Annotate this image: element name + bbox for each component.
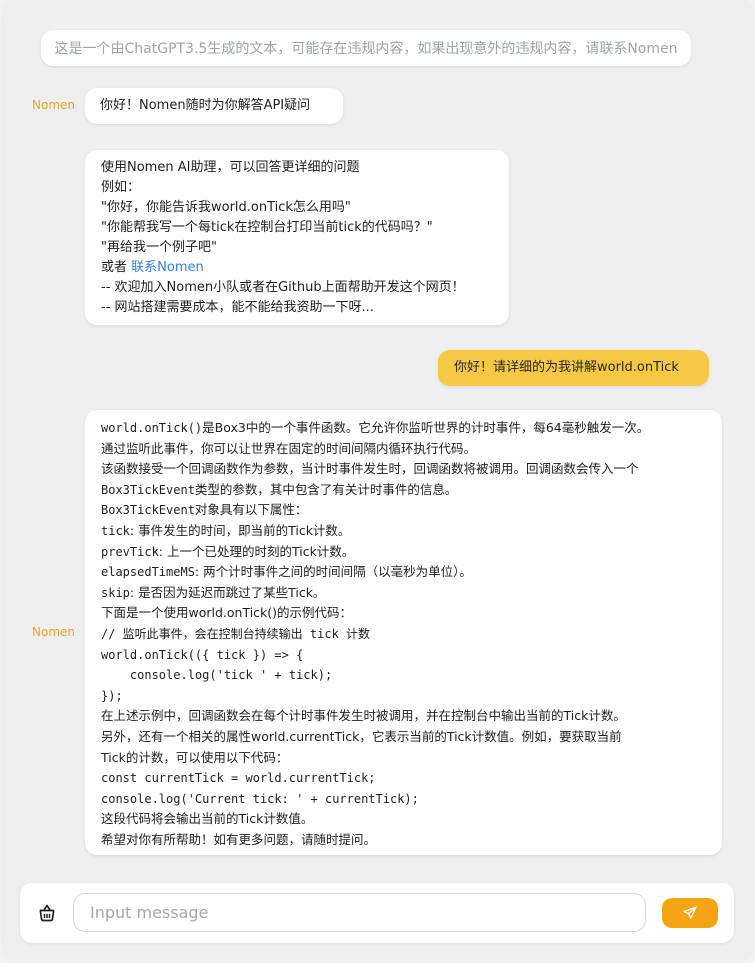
answer-inline-code: skip (101, 585, 130, 600)
answer-inline-code: world.onTick() (101, 421, 203, 435)
answer-code-line: // 监听此事件，会在控制台持续输出 tick 计数 (101, 626, 371, 641)
answer-line-text: 另外，还有一个相关的属性world.currentTick，它表示当前的Tick… (101, 728, 622, 744)
answer-text-line: 另外，还有一个相关的属性world.currentTick，它表示当前的Tick… (101, 727, 706, 748)
answer-line-text: 下面是一个使用world.onTick()的示例代码： (101, 605, 353, 621)
answer-line-text: Tick的计数，可以使用以下代码： (101, 749, 289, 765)
help-line-2: 例如： (101, 180, 141, 195)
answer-line-text: 对象具有以下属性： (194, 502, 308, 518)
warning-notice: 这是一个由ChatGPT3.5生成的文本，可能存在违规内容，如果出现意外的违规内… (41, 30, 691, 66)
chat-page: 这是一个由ChatGPT3.5生成的文本，可能存在违规内容，如果出现意外的违规内… (0, 0, 755, 963)
help-footer-line-2: -- 网站搭建需要成本，能不能给我资助一下呀... (101, 300, 374, 315)
help-line-4: "你能帮我写一个每tick在控制台打印当前tick的代码吗？" (101, 220, 433, 235)
answer-code-line: console.log('Current tick: ' + currentTi… (101, 791, 419, 806)
answer-line-text: : 是否因为延迟而跳过了某些Tick。 (129, 584, 326, 600)
clear-chat-button[interactable] (35, 901, 59, 925)
paper-plane-icon (683, 906, 697, 919)
answer-inline-code: prevTick (101, 544, 159, 559)
user-question-text: 你好！请详细的为我讲解world.onTick (454, 360, 679, 375)
answer-text-line: elapsedTimeMS: 两个计时事件之间的时间间隔（以毫秒为单位）。 (101, 562, 706, 583)
basket-icon (39, 904, 55, 922)
user-question-bubble: 你好！请详细的为我讲解world.onTick (438, 350, 709, 386)
answer-line-text: 通过监听此事件，你可以让世界在固定的时间间隔内循环执行代码。 (101, 440, 477, 456)
assistant-answer-bubble: world.onTick()是Box3中的一个事件函数。它允许你监听世界的计时事… (85, 410, 722, 855)
answer-line-text: 这段代码将会输出当前的Tick计数值。 (101, 811, 314, 827)
answer-text-line: 通过监听此事件，你可以让世界在固定的时间间隔内循环执行代码。 (101, 439, 706, 460)
help-footer-line-1: -- 欢迎加入Nomen小队或者在Github上面帮助开发这个网页！ (101, 280, 465, 295)
send-button[interactable] (662, 898, 718, 928)
warning-notice-text: 这是一个由ChatGPT3.5生成的文本，可能存在违规内容，如果出现意外的违规内… (54, 41, 678, 57)
help-line-1: 使用Nomen AI助理，可以回答更详细的问题 (101, 160, 360, 175)
answer-text-line: 这段代码将会输出当前的Tick计数值。 (101, 809, 706, 830)
answer-code-line: world.onTick(({ tick }) => { (101, 647, 304, 662)
answer-line-text: 在上述示例中，回调函数会在每个计时事件发生时被调用，并在控制台中输出当前的Tic… (101, 708, 626, 724)
answer-text-line: 该函数接受一个回调函数作为参数，当计时事件发生时，回调函数将被调用。回调函数会传… (101, 459, 706, 480)
message-sender-nomen-2: Nomen (32, 625, 75, 639)
message-input-area (20, 883, 734, 943)
answer-line-text: 该函数接受一个回调函数作为参数，当计时事件发生时，回调函数将被调用。回调函数会传… (101, 461, 639, 477)
contact-line: 或者 联系Nomen (101, 258, 493, 278)
answer-inline-code: tick (101, 523, 130, 538)
help-line-3: "你好，你能告诉我world.onTick怎么用吗" (101, 200, 351, 215)
assistant-help-bubble: 使用Nomen AI助理，可以回答更详细的问题 例如： "你好，你能告诉我wor… (85, 150, 509, 325)
answer-inline-code: Box3TickEvent (101, 503, 195, 518)
assistant-greeting-bubble: 你好！Nomen随时为你解答API疑问 (85, 88, 343, 124)
answer-text-line: 希望对你有所帮助！如有更多问题，请随时提问。 (101, 830, 706, 851)
answer-text-line: world.onTick()是Box3中的一个事件函数。它允许你监听世界的计时事… (101, 418, 706, 439)
answer-inline-code: Box3TickEvent (101, 482, 195, 497)
answer-line-text: 是Box3中的一个事件函数。它允许你监听世界的计时事件，每64毫秒触发一次。 (202, 420, 650, 435)
answer-text-line: 下面是一个使用world.onTick()的示例代码： (101, 603, 706, 624)
answer-text-line: prevTick: 上一个已处理的时刻的Tick计数。 (101, 542, 706, 563)
answer-line-text: : 事件发生的时间，即当前的Tick计数。 (129, 522, 351, 538)
answer-text-line: Box3TickEvent对象具有以下属性： (101, 500, 706, 521)
answer-text-line: 在上述示例中，回调函数会在每个计时事件发生时被调用，并在控制台中输出当前的Tic… (101, 706, 706, 727)
answer-line-text: : 两个计时事件之间的时间间隔（以毫秒为单位）。 (194, 564, 472, 580)
answer-inline-code: elapsedTimeMS (101, 565, 195, 580)
answer-code-line: const currentTick = world.currentTick; (101, 771, 376, 786)
answer-text-line: skip: 是否因为延迟而跳过了某些Tick。 (101, 583, 706, 604)
assistant-greeting-text: 你好！Nomen随时为你解答API疑问 (100, 98, 311, 113)
answer-text-line: tick: 事件发生的时间，即当前的Tick计数。 (101, 521, 706, 542)
contact-prefix: 或者 (101, 260, 132, 275)
message-input[interactable] (73, 893, 646, 932)
help-line-5: "再给我一个例子吧" (101, 240, 217, 255)
answer-code-line: console.log('tick ' + tick); (101, 668, 333, 683)
message-sender-nomen-1: Nomen (32, 98, 75, 112)
answer-line-text: : 上一个已处理的时刻的Tick计数。 (158, 543, 355, 559)
answer-code-line: }); (101, 688, 123, 703)
assistant-answer-content: world.onTick()是Box3中的一个事件函数。它允许你监听世界的计时事… (101, 418, 706, 850)
answer-text-line: Box3TickEvent类型的参数，其中包含了有关计时事件的信息。 (101, 480, 706, 501)
answer-line-text: 希望对你有所帮助！如有更多问题，请随时提问。 (101, 831, 377, 847)
contact-nomen-link[interactable]: 联系Nomen (131, 260, 204, 275)
answer-text-line: Tick的计数，可以使用以下代码： (101, 748, 706, 769)
answer-line-text: 类型的参数，其中包含了有关计时事件的信息。 (194, 481, 458, 497)
